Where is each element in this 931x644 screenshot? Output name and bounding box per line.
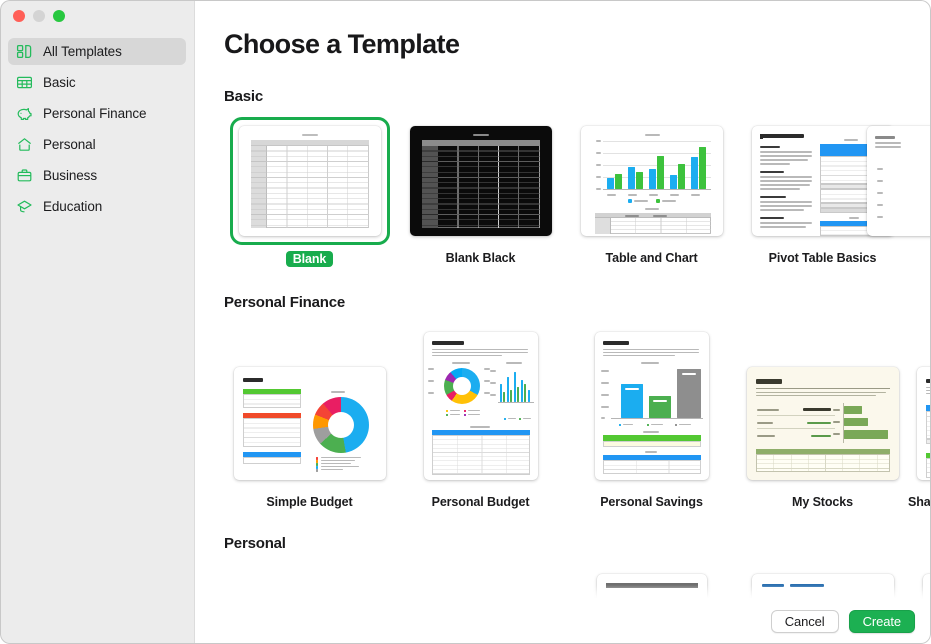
template-thumbnail-blank — [238, 126, 381, 236]
template-name-label: My Stocks — [792, 495, 853, 509]
template-card-blank[interactable]: Blank — [224, 117, 395, 267]
thumbnail-frame — [858, 117, 931, 245]
dialog-footer: Cancel Create — [195, 599, 931, 644]
briefcase-icon — [16, 167, 33, 184]
template-card-personal-budget[interactable]: Personal Budget — [395, 323, 566, 509]
template-thumbnail-my-stocks — [746, 367, 899, 480]
thumbnail-frame — [908, 358, 931, 489]
grid-templates-icon — [16, 43, 33, 60]
house-icon — [16, 136, 33, 153]
thumbnail-frame — [572, 117, 732, 245]
template-name-label: Shared Expenses — [908, 495, 931, 509]
cancel-button[interactable]: Cancel — [770, 610, 839, 633]
template-thumbnail-personal-budget — [423, 332, 538, 480]
sidebar-item-business[interactable]: Business — [8, 162, 186, 189]
template-name-label: Blank Black — [445, 251, 516, 265]
template-name-label: Personal Savings — [600, 495, 703, 509]
minimize-window-button[interactable] — [33, 10, 45, 22]
zoom-window-button[interactable] — [53, 10, 65, 22]
window-controls — [13, 10, 65, 22]
sidebar: All Templates Basic Personal Finance Per… — [0, 0, 195, 644]
template-name-label: Blank — [285, 251, 334, 267]
template-name-label: Pivot Table Basics — [768, 251, 877, 265]
page-title: Choose a Template — [224, 29, 460, 59]
graduation-cap-icon — [16, 198, 33, 215]
sidebar-item-label: All Templates — [43, 44, 122, 59]
sidebar-item-label: Education — [43, 199, 103, 214]
close-window-button[interactable] — [13, 10, 25, 22]
sidebar-item-education[interactable]: Education — [8, 193, 186, 220]
sidebar-item-personal[interactable]: Personal — [8, 131, 186, 158]
thumbnail-frame — [415, 323, 547, 489]
section-heading-basic: Basic — [224, 88, 264, 105]
template-thumbnail-table-and-chart — [580, 126, 723, 236]
section-heading-personal-finance: Personal Finance — [224, 294, 346, 311]
template-card-shared-expenses[interactable]: Shared Expenses — [908, 358, 931, 509]
sidebar-item-label: Basic — [43, 75, 76, 90]
thumbnail-frame — [401, 117, 561, 245]
piggy-bank-icon — [16, 105, 33, 122]
create-button[interactable]: Create — [848, 610, 915, 633]
template-thumbnail-simple-budget — [233, 367, 386, 480]
template-name-label: Table and Chart — [605, 251, 698, 265]
template-card-blank-black[interactable]: Blank Black — [395, 117, 566, 267]
template-card-partial-next[interactable] — [867, 117, 931, 267]
section-heading-personal: Personal — [224, 535, 286, 552]
main-panel: Choose a Template Basic Blank Blank Blac… — [195, 0, 931, 644]
template-row-personal-finance: Simple Budget Personal Budget Personal S… — [224, 323, 931, 509]
scroll-fade — [195, 585, 931, 599]
sidebar-item-all-templates[interactable]: All Templates — [8, 38, 186, 65]
template-thumbnail-personal-savings — [594, 332, 709, 480]
choose-template-window: All Templates Basic Personal Finance Per… — [0, 0, 931, 644]
template-card-simple-budget[interactable]: Simple Budget — [224, 358, 395, 509]
template-card-personal-savings[interactable]: Personal Savings — [566, 323, 737, 509]
sidebar-item-personal-finance[interactable]: Personal Finance — [8, 100, 186, 127]
sidebar-item-basic[interactable]: Basic — [8, 69, 186, 96]
sidebar-list: All Templates Basic Personal Finance Per… — [0, 34, 194, 220]
thumbnail-frame — [586, 323, 718, 489]
template-name-label: Personal Budget — [431, 495, 530, 509]
template-thumbnail-shared-expenses — [917, 367, 931, 480]
sidebar-item-label: Business — [43, 168, 97, 183]
sidebar-item-label: Personal — [43, 137, 96, 152]
thumbnail-frame — [225, 358, 395, 489]
template-name-label: Simple Budget — [266, 495, 353, 509]
template-thumbnail-partial — [867, 126, 931, 236]
template-thumbnail-blank-black — [409, 126, 552, 236]
template-scroll-area[interactable]: Choose a Template Basic Blank Blank Blac… — [195, 0, 931, 644]
table-icon — [16, 74, 33, 91]
thumbnail-frame — [229, 117, 390, 245]
thumbnail-frame — [738, 358, 908, 489]
sidebar-item-label: Personal Finance — [43, 106, 147, 121]
template-card-table-and-chart[interactable]: Table and Chart — [566, 117, 737, 267]
template-row-basic: Blank Blank Black Table and Chart Pivot … — [224, 117, 931, 267]
template-card-my-stocks[interactable]: My Stocks — [737, 358, 908, 509]
